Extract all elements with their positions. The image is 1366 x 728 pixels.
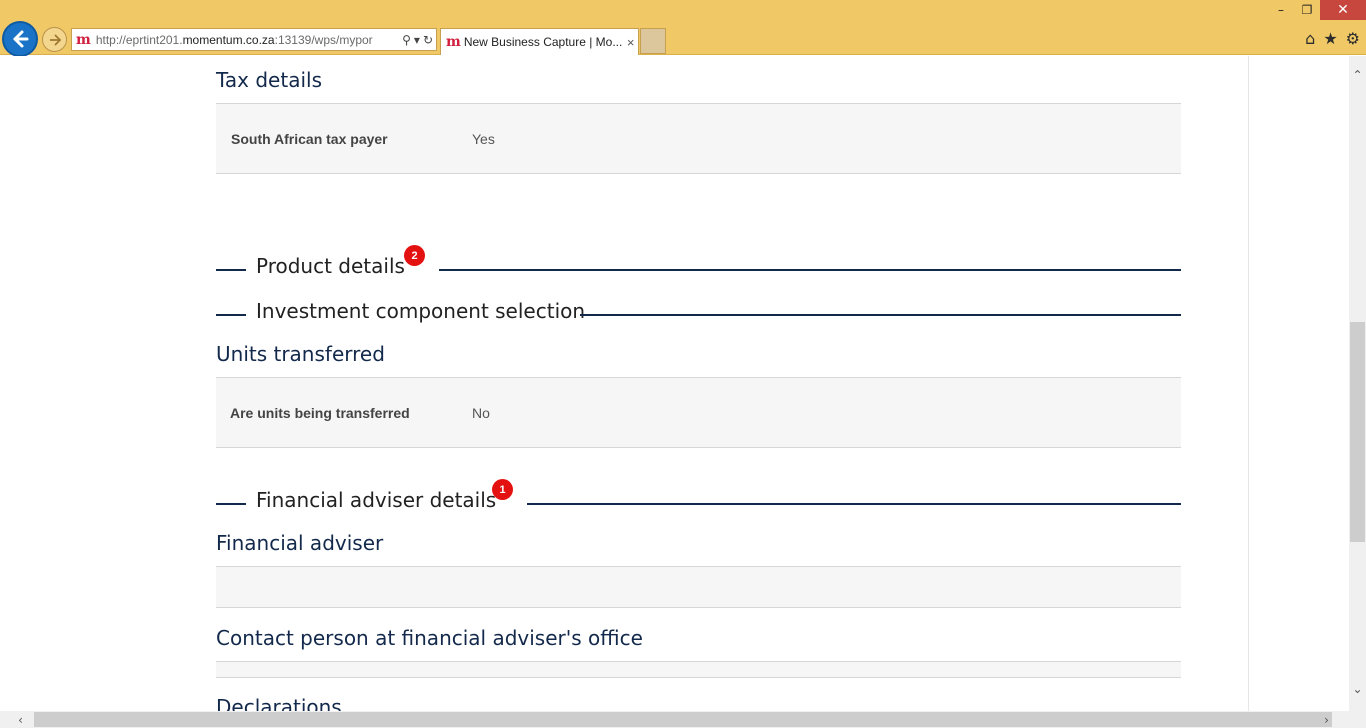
settings-icon[interactable]: ⚙ <box>1346 29 1360 48</box>
search-icon[interactable]: ⚲ <box>402 33 411 47</box>
section-rule-left <box>216 269 246 271</box>
section-rule-right <box>580 314 1181 316</box>
page-content: Tax details South African tax payer Yes … <box>0 56 1349 711</box>
content-divider <box>1248 56 1249 711</box>
tax-details-heading: Tax details <box>216 68 322 92</box>
address-actions: ⚲ ▾ ↻ <box>402 33 436 47</box>
units-transferred-value: No <box>472 405 490 421</box>
tab-favicon-icon: m <box>446 34 461 50</box>
financial-adviser-details-section: Financial adviser details 1 <box>216 479 1181 518</box>
horizontal-scroll-thumb[interactable] <box>34 712 1332 727</box>
declarations-heading: Declarations <box>216 695 342 711</box>
product-details-section: Product details 2 <box>216 245 1181 284</box>
section-rule-left <box>216 314 246 316</box>
vertical-scroll-thumb[interactable] <box>1350 322 1365 542</box>
refresh-icon[interactable]: ↻ <box>423 33 433 47</box>
horizontal-scrollbar[interactable]: ‹ › <box>0 711 1366 728</box>
url-text: http://eprtint201.momentum.co.za:13139/w… <box>95 32 373 47</box>
units-transferred-label: Are units being transferred <box>230 405 410 421</box>
scroll-left-icon[interactable]: ‹ <box>12 711 29 728</box>
section-rule-right <box>527 503 1181 505</box>
new-tab-button[interactable] <box>640 28 666 54</box>
financial-adviser-details-title: Financial adviser details <box>256 488 497 512</box>
browser-chrome: – ❐ ✕ m http://eprtint201.momentum.co.za… <box>0 0 1366 57</box>
financial-adviser-heading: Financial adviser <box>216 531 384 555</box>
browser-tools: ⌂ ★ ⚙ <box>1305 29 1360 48</box>
favorites-icon[interactable]: ★ <box>1323 29 1337 48</box>
scroll-down-icon[interactable]: ⌄ <box>1349 680 1366 697</box>
product-details-title: Product details <box>256 254 405 278</box>
units-transferred-heading: Units transferred <box>216 342 385 366</box>
address-bar[interactable]: m http://eprtint201.momentum.co.za:13139… <box>71 28 437 51</box>
tax-payer-label: South African tax payer <box>231 131 388 147</box>
financial-adviser-details-badge: 1 <box>492 479 513 500</box>
forward-button[interactable] <box>42 27 67 52</box>
tab-title: New Business Capture | Mo... <box>463 35 623 49</box>
tax-details-panel: South African tax payer Yes <box>216 103 1181 174</box>
arrow-right-icon <box>49 33 61 46</box>
units-transferred-panel: Are units being transferred No <box>216 377 1181 448</box>
section-rule-left <box>216 503 246 505</box>
back-button[interactable] <box>2 21 38 57</box>
arrow-left-icon <box>13 30 29 48</box>
minimize-icon[interactable]: – <box>1268 0 1294 20</box>
investment-component-title: Investment component selection <box>256 299 586 323</box>
scroll-up-icon[interactable]: ⌃ <box>1349 66 1366 83</box>
dropdown-icon[interactable]: ▾ <box>414 33 420 47</box>
tab-close-icon[interactable]: × <box>627 35 635 50</box>
contact-person-heading: Contact person at financial adviser's of… <box>216 626 643 650</box>
tab-new-business-capture[interactable]: m New Business Capture | Mo... × <box>440 28 639 55</box>
close-window-icon[interactable]: ✕ <box>1320 0 1366 20</box>
section-rule-right <box>439 269 1181 271</box>
financial-adviser-panel <box>216 566 1181 608</box>
home-icon[interactable]: ⌂ <box>1305 29 1315 48</box>
restore-icon[interactable]: ❐ <box>1294 0 1320 20</box>
site-logo-icon: m <box>76 31 91 48</box>
scroll-right-icon[interactable]: › <box>1318 711 1335 728</box>
tax-payer-value: Yes <box>472 131 495 147</box>
contact-person-panel <box>216 661 1181 678</box>
vertical-scrollbar[interactable]: ⌃ ⌄ <box>1349 56 1366 711</box>
window-controls: – ❐ ✕ <box>1268 0 1366 20</box>
product-details-badge: 2 <box>404 245 425 266</box>
investment-component-section: Investment component selection <box>216 299 1181 329</box>
